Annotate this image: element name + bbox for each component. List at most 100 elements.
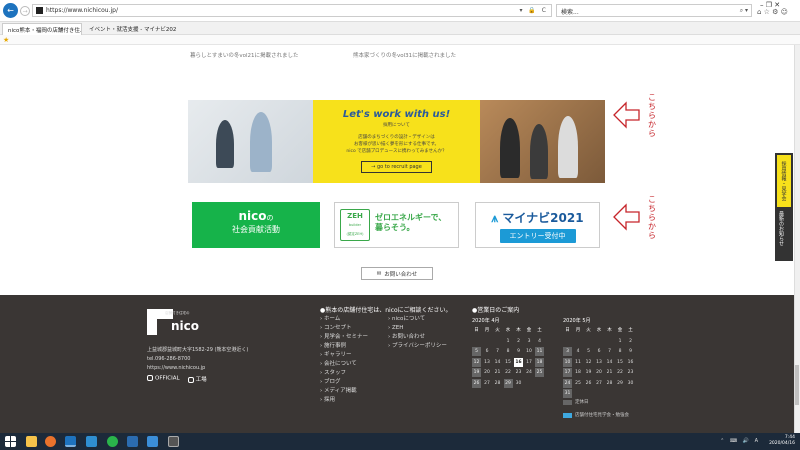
footer-link[interactable]: 会社について: [320, 360, 368, 369]
footer-link[interactable]: スタッフ: [320, 369, 368, 378]
outlook-icon[interactable]: [147, 436, 158, 447]
mynavi-title: ⩚ マイナビ2021: [491, 211, 584, 225]
calendar-day: 19: [472, 368, 481, 377]
footer-link[interactable]: お問い合わせ: [388, 333, 447, 342]
mail-icon: ✉: [376, 270, 382, 277]
recruit-banner[interactable]: Let's work with us! 採用について 店舗のまちづくりの設計・デ…: [188, 100, 605, 183]
internet-explorer-icon[interactable]: [65, 436, 76, 447]
recruit-body: 店舗のまちづくりの設計・デザインは お客様が思い描く夢を形にする仕事です。 ni…: [313, 134, 480, 155]
calendar-day: [574, 389, 583, 398]
calendar-day: 9: [629, 349, 632, 354]
favorites-star-icon[interactable]: ★: [3, 36, 9, 44]
side-tab-bottom[interactable]: 最新のお知らせ: [778, 211, 785, 246]
calendar-day: 3: [563, 347, 572, 356]
news-item[interactable]: 暮らしとすまいの冬vol21に掲載されました: [190, 51, 298, 59]
footer-link[interactable]: プライバシーポリシー: [388, 342, 447, 351]
window-controls[interactable]: – ❐ ✕: [760, 1, 780, 9]
calendar-day: 13: [484, 359, 490, 365]
calendar-day: 12: [585, 359, 592, 365]
contact-button[interactable]: ✉ お問い合わせ: [361, 267, 433, 280]
calendar-grid: 日月火水木金土 1 2 3 4 5 6 7 8 9 10 11 12 13 14 15 16 17 18 19 20 21…: [472, 326, 544, 388]
footer-link[interactable]: ブログ: [320, 378, 368, 387]
calendar-day: 6: [485, 349, 489, 354]
footer-link[interactable]: コンセプト: [320, 324, 368, 333]
clock[interactable]: 7:44 2020/04/16: [769, 435, 795, 447]
side-tab-top[interactable]: 採用情報・見学会: [777, 155, 791, 207]
nico-banner-title: nicoの: [238, 209, 274, 223]
calendar-weekday: 日: [565, 328, 570, 333]
side-tab[interactable]: 採用情報・見学会 最新のお知らせ: [775, 153, 793, 261]
calendar-day: 26: [472, 378, 481, 388]
home-star-gear-icon[interactable]: ⌂ ☆ ⚙ ☺: [757, 8, 788, 16]
page-content: 暮らしとすまいの冬vol21に掲載されました 熊本家づくりの冬vol31に掲載さ…: [0, 45, 794, 433]
footer-link[interactable]: nicoについて: [388, 315, 447, 324]
calendar-day: [616, 389, 625, 398]
footer-link[interactable]: 見学会・セミナー: [320, 333, 368, 342]
tab-nico[interactable]: nico熊本・福岡の店舗付き住...: [2, 23, 82, 35]
calendar-day: 27: [484, 380, 490, 386]
contact-label: お問い合わせ: [384, 271, 418, 278]
calendar-day: 8: [506, 349, 510, 354]
mail-app-icon[interactable]: [127, 436, 138, 447]
calendar-day: 12: [472, 357, 481, 367]
calendar-day: 23: [515, 370, 522, 375]
calendar-may: 2020年 5月 日月火水木金土 1 2 3 4 5 6 7 8 9 10 11 12 13 14 15 16 1…: [563, 317, 635, 398]
office-photo: [188, 100, 313, 183]
footer-link[interactable]: 採用: [320, 396, 368, 405]
calendar-day: 25: [535, 368, 544, 377]
app-icon[interactable]: [86, 436, 97, 447]
calendar-day: 11: [535, 347, 544, 356]
system-tray[interactable]: ⌃ ⌨ 🔊 A: [720, 438, 760, 444]
calendar-day: 26: [585, 380, 592, 386]
calendar-day: [595, 389, 604, 398]
calendar-title: 2020年 5月: [563, 318, 591, 324]
footer-link[interactable]: ホーム: [320, 315, 368, 324]
legend-swatch: [563, 412, 572, 418]
zeh-banner[interactable]: ZEH builder (認定ZEH) ゼロエネルギーで、 暮らそう。: [334, 202, 459, 248]
scroll-thumb[interactable]: [795, 365, 799, 405]
workers-photo: [480, 100, 605, 183]
recruit-page-button[interactable]: → go to recruit page: [361, 161, 432, 173]
calendar-day: 6: [597, 349, 601, 354]
recruit-line: 店舗のまちづくりの設計・デザインは: [358, 135, 435, 140]
footer-link[interactable]: 施行事例: [320, 342, 368, 351]
back-button[interactable]: ←: [3, 3, 18, 18]
nico-csr-banner[interactable]: nicoの 社会貢献活動: [192, 202, 320, 248]
site-footer: 店舗付き住宅の nico 上益城郡益城町大字1582-29 (熊本空港近く) t…: [0, 295, 794, 433]
file-explorer-icon[interactable]: [26, 436, 37, 447]
calendar-title: 2020年 4月: [472, 318, 500, 324]
social-links: OFFICIAL 工場: [147, 375, 207, 383]
windows-start-icon[interactable]: [5, 436, 16, 447]
instagram-factory-link[interactable]: 工場: [187, 375, 207, 383]
mynavi-entry-label: エントリー受付中: [499, 229, 576, 243]
news-item[interactable]: 熊本家づくりの冬vol31に掲載されました: [353, 51, 456, 59]
calendar-day: 2: [629, 338, 632, 344]
footer-link[interactable]: ZEH: [388, 324, 447, 333]
calendar-day: 10: [526, 349, 532, 354]
calendar-day: 16: [514, 357, 523, 367]
url-input[interactable]: https://www.nichicou.jp/ ▾ 🔒 C: [32, 4, 552, 17]
footer-link[interactable]: メディア掲載: [320, 387, 368, 396]
calendar-weekday: 日: [474, 328, 479, 333]
calendar-day: 29: [503, 378, 513, 388]
search-icon[interactable]: ⌕ ▾: [740, 7, 748, 15]
calendar-day: 27: [596, 380, 602, 386]
calendar-day: 17: [526, 359, 532, 365]
mynavi-banner[interactable]: ⩚ マイナビ2021 エントリー受付中: [475, 202, 600, 248]
firefox-icon[interactable]: [45, 436, 56, 447]
nico-logo[interactable]: 店舗付き住宅の nico: [147, 309, 202, 337]
film-icon[interactable]: [168, 436, 179, 447]
footer-link[interactable]: ギャラリー: [320, 351, 368, 360]
search-input[interactable]: 検索... ⌕ ▾: [556, 4, 752, 17]
recruit-line: お客様が思い描く夢を形にする仕事です。: [353, 142, 440, 147]
page-scrollbar[interactable]: [794, 45, 800, 433]
instagram-official-link[interactable]: OFFICIAL: [147, 375, 180, 383]
calendar-day: 20: [596, 370, 602, 375]
tab-mynavi[interactable]: イベント・就活支援 - マイナビ2021 ✕: [84, 23, 176, 35]
zeh-slogan: ゼロエネルギーで、 暮らそう。: [375, 213, 447, 232]
zeh-logo: ZEH builder (認定ZEH): [340, 209, 370, 241]
forward-button[interactable]: →: [20, 6, 30, 16]
mynavi-logo-icon: ⩚: [491, 211, 499, 225]
lock-refresh-icon[interactable]: ▾ 🔒 C: [520, 7, 549, 14]
line-icon[interactable]: [107, 436, 118, 447]
